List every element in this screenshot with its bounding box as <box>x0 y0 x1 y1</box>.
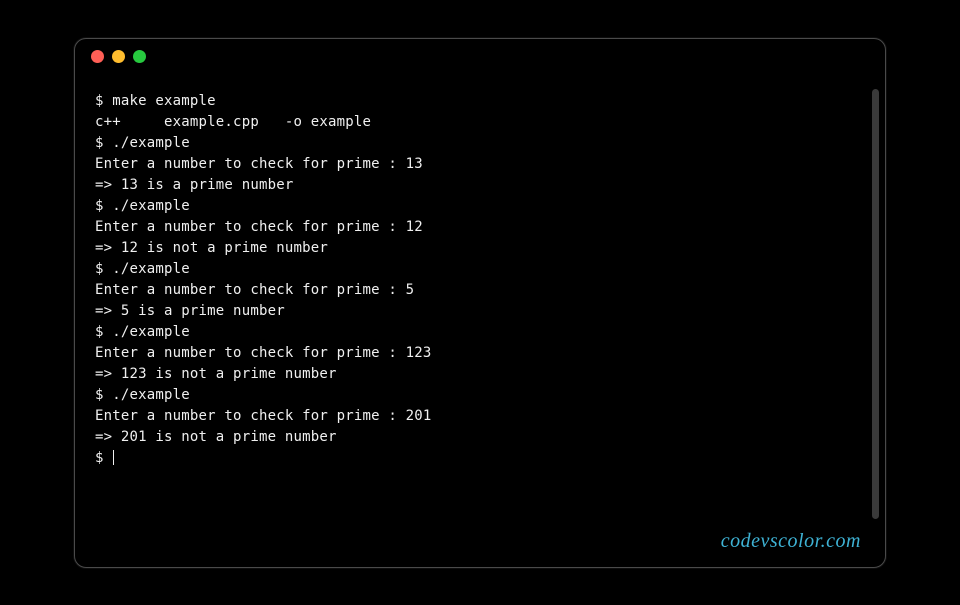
terminal-prompt: $ <box>95 450 112 466</box>
terminal-line: $ ./example <box>95 198 190 214</box>
terminal-line: => 13 is a prime number <box>95 177 293 193</box>
minimize-icon[interactable] <box>112 50 125 63</box>
terminal-window: $ make example c++ example.cpp -o exampl… <box>74 38 886 568</box>
terminal-line: $ ./example <box>95 261 190 277</box>
window-titlebar <box>75 39 885 75</box>
terminal-line: Enter a number to check for prime : 123 <box>95 345 432 361</box>
terminal-line: $ ./example <box>95 387 190 403</box>
terminal-output[interactable]: $ make example c++ example.cpp -o exampl… <box>75 75 885 469</box>
scrollbar[interactable] <box>872 89 879 519</box>
terminal-line: $ ./example <box>95 135 190 151</box>
terminal-line: Enter a number to check for prime : 5 <box>95 282 414 298</box>
close-icon[interactable] <box>91 50 104 63</box>
terminal-line: => 5 is a prime number <box>95 303 285 319</box>
terminal-line: => 12 is not a prime number <box>95 240 328 256</box>
terminal-line: Enter a number to check for prime : 12 <box>95 219 423 235</box>
terminal-line: $ make example <box>95 93 216 109</box>
maximize-icon[interactable] <box>133 50 146 63</box>
terminal-line: c++ example.cpp -o example <box>95 114 371 130</box>
terminal-line: Enter a number to check for prime : 13 <box>95 156 423 172</box>
terminal-line: => 123 is not a prime number <box>95 366 337 382</box>
terminal-line: => 201 is not a prime number <box>95 429 337 445</box>
watermark-text: codevscolor.com <box>721 530 861 553</box>
terminal-line: $ ./example <box>95 324 190 340</box>
cursor-icon <box>113 450 114 465</box>
terminal-line: Enter a number to check for prime : 201 <box>95 408 432 424</box>
